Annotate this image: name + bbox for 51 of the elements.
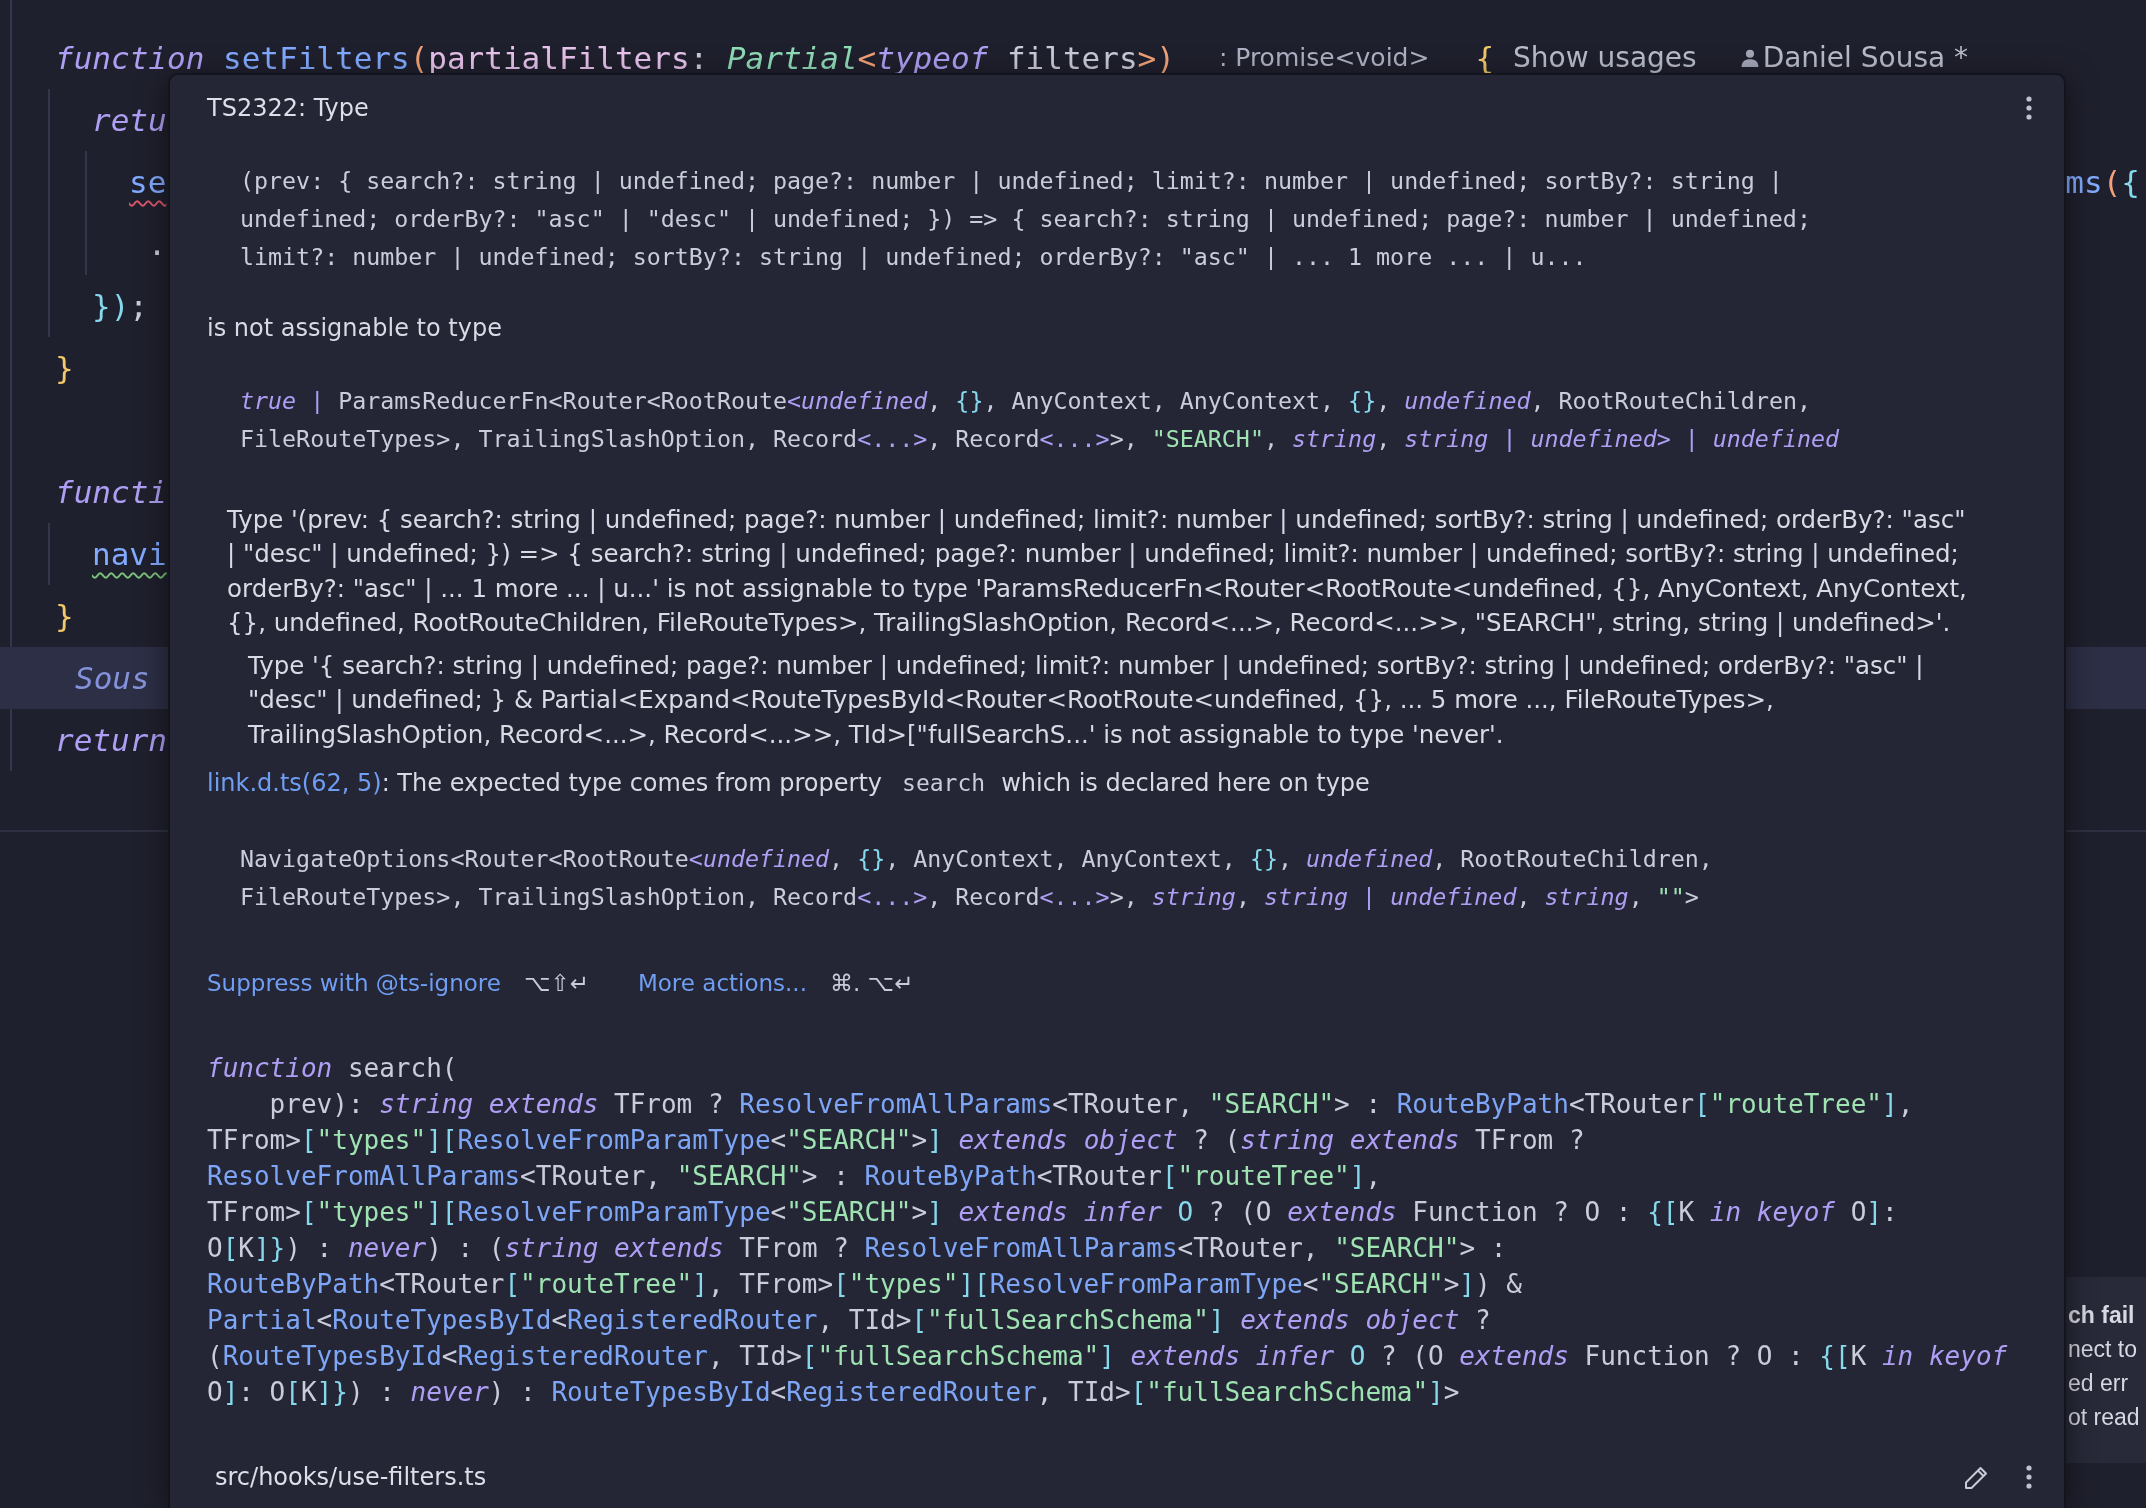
message-text: is not assignable to type <box>207 313 503 344</box>
code-line: (prev: { search?: string | undefined; page?: number | undefined; limit?: number | undefined; sortBy?: string | <box>240 166 1784 196</box>
code-text: function setFilters(partialFilters: Partial<typeof filters>) <box>55 39 1175 78</box>
code-text: navi <box>92 535 167 574</box>
code-text: Sous <box>75 659 150 698</box>
code-text: . <box>146 225 167 264</box>
notification-text: ot read <box>2068 1403 2141 1432</box>
error-detail: Type '(prev: { search?: string | undefined; page?: number | undefined; limit?: number | undefined; sortBy?: string | undefined; orderBy?: "asc" | "desc" | undefined; }) => { search?: string | undefined; page?: number | undefined; limit?: number | undefined; sortBy?: string | undefined; orderBy?: "asc" | ... 1 more ... | u...' is not assignable to type 'ParamsReducerFn<Router<RootRoute<undefined, {}, AnyContext, AnyContext, {}, undefined, RootRouteChildren, FileRouteTypes>, TrailingSlashOption, Record<...>, Record<...>>, "SEARCH", string, string | undefined>'. <box>226 504 1968 639</box>
code-text: } <box>55 349 74 388</box>
code-line: FileRouteTypes>, TrailingSlashOption, Record<...>, Record<...>>, "SEARCH", string, string | undefined> | undefined <box>240 424 1841 454</box>
code-line: prev): string extends TFrom ? ResolveFromAllParams<TRouter, "SEARCH"> : RouteByPath<TRouter["routeTree"], <box>268 1088 1915 1122</box>
action-link[interactable]: Suppress with @ts-ignore <box>207 967 501 1000</box>
code-line: NavigateOptions<Router<RootRoute<undefined, {}, AnyContext, AnyContext, {}, undefined, RootRouteChildren, <box>240 844 1714 875</box>
action-link[interactable]: More actions... <box>637 967 807 1000</box>
code-line: O[K]}) : never) : (string extends TFrom ? ResolveFromAllParams<TRouter, "SEARCH"> : <box>207 1232 1508 1266</box>
edit-pencil-icon[interactable] <box>1964 1464 1990 1491</box>
code-text: } <box>55 597 74 636</box>
type-hint: : Promise<void> <box>1218 42 1430 74</box>
code-line: Partial<RouteTypesById<RegisteredRouter, TId>["fullSearchSchema"] extends object ? <box>207 1304 1492 1338</box>
more-options-icon[interactable] <box>2026 1465 2032 1490</box>
more-options-icon[interactable] <box>2026 96 2032 120</box>
code-text: return <box>55 721 167 760</box>
code-line: RouteByPath<TRouter["routeTree"], TFrom>["types"][ResolveFromParamType<"SEARCH">]) & <box>207 1268 1523 1302</box>
author-link[interactable]: Daniel Sousa * <box>1740 40 1969 76</box>
source-link[interactable]: link.d.ts(62, 5) <box>207 769 382 798</box>
origin-message: link.d.ts(62, 5): The expected type comes from property search which is declared here on type <box>207 768 1371 800</box>
code-line: (RouteTypesById<RegisteredRouter, TId>["fullSearchSchema"] extends infer O ? (O extends Function ? O : {[K in keyof <box>207 1340 2009 1374</box>
person-icon <box>1740 49 1759 67</box>
code-text: retu <box>92 101 167 140</box>
code-text: ms({ <box>2065 163 2141 202</box>
code-text: se <box>129 163 167 202</box>
popup-title: TS2322: Type <box>207 93 369 123</box>
code-line: FileRouteTypes>, TrailingSlashOption, Record<...>, Record<...>>, string, string | undefined, string, ""> <box>240 882 1700 913</box>
code-line: undefined; orderBy?: "asc" | "desc" | undefined; }) => { search?: string | undefined; page?: number | undefined; <box>240 204 1812 234</box>
error-detail: Type '{ search?: string | undefined; page?: number | undefined; limit?: number | undefined; sortBy?: string | undefined; orderBy?: "asc" | "desc" | undefined; } & Partial<Expand<RouteTypesById<Router<RootRoute<undefined, {}, ... 5 more ..., FileRouteTypes>, TrailingSlashOption, Record<...>, Record<...>>, TId>["fullSearchS...' is not assignable to type 'never'. <box>247 650 1925 751</box>
code-line: true | ParamsReducerFn<Router<RootRoute<undefined, {}, AnyContext, AnyContext, {}, undefined, RootRouteChildren, <box>240 386 1812 416</box>
code-line: TFrom>["types"][ResolveFromParamType<"SEARCH">] extends infer O ? (O extends Function ? O : {[K in keyof O]: <box>207 1196 1899 1230</box>
code-line: O]: O[K]}) : never) : RouteTypesById<RegisteredRouter, TId>["fullSearchSchema"]> <box>207 1376 1461 1410</box>
code-text: }); <box>92 287 148 326</box>
code-line: limit?: number | undefined; sortBy?: string | undefined; orderBy?: "asc" | ... 1 more ... | u... <box>240 242 1588 272</box>
notification-title: ch fail <box>2068 1301 2136 1330</box>
file-path: src/hooks/use-filters.ts <box>214 1462 487 1494</box>
code-line: TFrom>["types"][ResolveFromParamType<"SEARCH">] extends object ? (string extends TFrom ? <box>207 1124 1586 1158</box>
shortcut-hint: ⌘. ⌥↵ <box>830 969 914 999</box>
code-line: ResolveFromAllParams<TRouter, "SEARCH"> : RouteByPath<TRouter["routeTree"], <box>207 1160 1383 1194</box>
code-line: function search( <box>207 1052 459 1086</box>
show-usages-link[interactable]: Show usages <box>1513 40 1697 76</box>
notification-text: nect to <box>2068 1335 2139 1364</box>
notification-text: ed err <box>2068 1369 2130 1398</box>
shortcut-hint: ⌥⇧↵ <box>523 969 589 999</box>
code-text: functi <box>55 473 167 512</box>
